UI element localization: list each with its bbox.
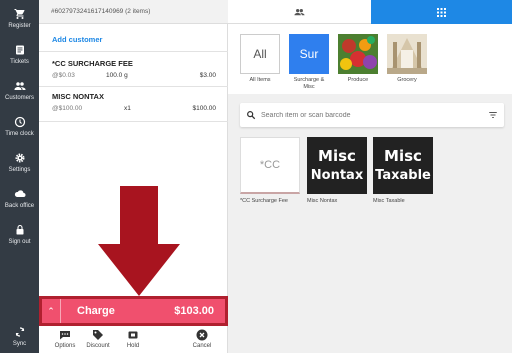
tab-customers[interactable] — [228, 0, 371, 24]
product-tile-line2: Taxable — [375, 167, 431, 183]
clock-icon — [14, 116, 26, 128]
people-icon — [294, 8, 305, 15]
product-tile-line2: Nontax — [310, 167, 364, 183]
ticket-header: #6027973241617140969 (2 items) — [39, 0, 228, 24]
options-label: Options — [54, 343, 76, 349]
cancel-label: Cancel — [192, 343, 212, 349]
gear-icon — [14, 152, 26, 164]
nav-time-clock[interactable]: Time clock — [0, 116, 39, 137]
product-tile-text: *CC — [259, 159, 281, 171]
search-bar — [240, 103, 504, 127]
chevron-up-icon[interactable]: ⌃ — [42, 306, 60, 317]
hold-button[interactable]: Hold — [113, 326, 153, 349]
down-arrow-annotation — [98, 186, 180, 296]
nav-label: Time clock — [5, 131, 34, 137]
grid-icon — [437, 7, 446, 17]
nav-label: Tickets — [10, 59, 29, 65]
search-icon — [247, 111, 256, 120]
product-cc-surcharge-fee[interactable]: *CC *CC Surcharge Fee — [240, 137, 300, 204]
nav-sign-out[interactable]: Sign out — [0, 224, 39, 245]
product-tile: Misc Taxable — [373, 137, 433, 194]
sync-icon — [14, 326, 26, 338]
add-customer-link[interactable]: Add customer — [52, 35, 102, 44]
divider — [39, 51, 228, 52]
nav-tickets[interactable]: Tickets — [0, 44, 39, 65]
cancel-button[interactable]: Cancel — [182, 326, 222, 349]
charge-label: Charge — [77, 305, 115, 317]
lock-icon — [14, 224, 26, 236]
hold-label: Hold — [126, 343, 140, 349]
category-tile: All — [240, 34, 280, 74]
charge-button[interactable]: ⌃ Charge $103.00 — [39, 296, 228, 326]
receipt-icon — [14, 44, 26, 56]
nav-settings[interactable]: Settings — [0, 152, 39, 173]
category-surcharge-misc[interactable]: Sur Surcharge & Misc — [289, 34, 329, 91]
line-item-unit-price: @$0.03 — [52, 72, 75, 79]
product-tile: Misc Nontax — [307, 137, 367, 194]
charge-amount: $103.00 — [174, 305, 214, 317]
category-label: All Items — [249, 77, 271, 83]
ticket-number: #6027973241617140969 (2 items) — [51, 8, 151, 15]
nav-label: Settings — [8, 167, 31, 173]
view-tabs — [228, 0, 512, 24]
line-item-qty: 100.0 g — [106, 72, 128, 79]
cart-icon — [14, 8, 26, 20]
nav-label: Sync — [12, 341, 27, 347]
product-tile-line1: Misc — [384, 146, 422, 165]
ticket-line-item[interactable]: MISC NONTAX @$100.00 x1 $100.00 — [52, 92, 216, 115]
category-label: Grocery — [397, 77, 417, 83]
product-tile: *CC — [240, 137, 300, 194]
nav-label: Register — [8, 23, 31, 29]
tag-icon — [92, 329, 104, 341]
line-item-amount: $100.00 — [192, 105, 217, 112]
line-item-amount: $3.00 — [199, 72, 216, 79]
discount-button[interactable]: Discount — [78, 326, 118, 349]
nav-back-office[interactable]: Back office — [0, 188, 39, 209]
line-item-unit-price: @$100.00 — [52, 105, 83, 112]
chat-dots-icon — [59, 329, 71, 341]
divider — [39, 121, 228, 122]
product-label: Misc Nontax — [307, 198, 338, 204]
category-label: Produce — [347, 77, 369, 83]
nav-label: Back office — [4, 203, 35, 209]
nav-customers[interactable]: Customers — [0, 80, 39, 101]
cloud-icon — [14, 188, 26, 200]
grocery-image — [387, 34, 427, 74]
product-misc-nontax[interactable]: Misc Nontax Misc Nontax — [307, 137, 367, 204]
category-label: Surcharge & Misc — [293, 77, 325, 90]
category-produce[interactable]: Produce — [338, 34, 378, 84]
divider — [39, 86, 228, 87]
tab-item-grid[interactable] — [371, 0, 512, 24]
category-strip: All All Items Sur Surcharge & Misc Produ… — [228, 24, 512, 94]
ticket-line-item[interactable]: *CC SURCHARGE FEE @$0.03 100.0 g $3.00 — [52, 59, 216, 82]
close-icon — [196, 329, 208, 341]
category-tile: Sur — [289, 34, 329, 74]
search-input[interactable] — [261, 111, 481, 119]
category-all-items[interactable]: All All Items — [240, 34, 280, 84]
side-navigation: Register Tickets Customers Time clock Se… — [0, 0, 39, 353]
nav-label: Customers — [4, 95, 34, 101]
product-label: *CC Surcharge Fee — [240, 198, 288, 204]
nav-label: Sign out — [8, 239, 31, 245]
hold-icon — [127, 329, 139, 341]
category-grocery[interactable]: Grocery — [387, 34, 427, 84]
divider — [60, 299, 61, 323]
filter-icon[interactable] — [488, 110, 498, 120]
line-item-name: MISC NONTAX — [52, 92, 104, 101]
produce-image — [338, 34, 378, 74]
product-label: Misc Taxable — [373, 198, 405, 204]
nav-register[interactable]: Register — [0, 8, 39, 29]
nav-sync[interactable]: Sync — [0, 326, 39, 347]
product-misc-taxable[interactable]: Misc Taxable Misc Taxable — [373, 137, 433, 204]
discount-label: Discount — [86, 343, 110, 349]
item-grid-area: *CC *CC Surcharge Fee Misc Nontax Misc N… — [228, 94, 512, 353]
line-item-name: *CC SURCHARGE FEE — [52, 59, 133, 68]
line-item-qty: x1 — [124, 105, 131, 112]
product-tile-line1: Misc — [318, 146, 356, 165]
people-icon — [14, 80, 26, 92]
